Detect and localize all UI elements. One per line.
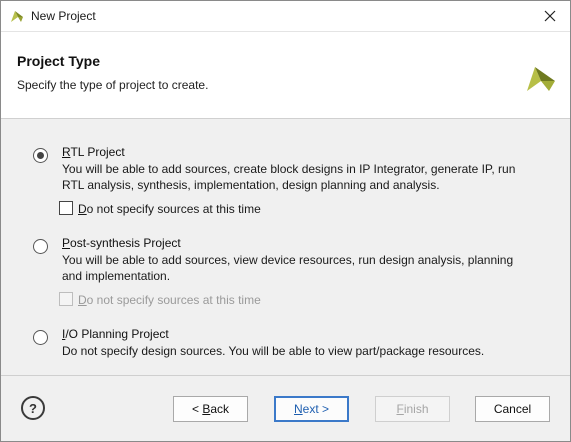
help-button[interactable]: ? (21, 396, 45, 420)
window-title: New Project (31, 9, 96, 23)
close-button[interactable] (530, 1, 570, 31)
post-synthesis-project-label[interactable]: Post-synthesis Project (62, 236, 181, 250)
post-synthesis-project-radio[interactable] (33, 239, 48, 254)
post-synthesis-no-sources-checkbox (59, 292, 73, 306)
wizard-header: Project Type Specify the type of project… (1, 31, 570, 119)
rtl-project-desc-line-1: You will be able to add sources, create … (62, 162, 516, 176)
next-button[interactable]: Next > (274, 396, 349, 422)
post-synthesis-desc-line-1: You will be able to add sources, view de… (62, 253, 514, 267)
post-synthesis-no-sources-label: Do not specify sources at this time (78, 293, 261, 307)
vivado-logo-icon (11, 11, 23, 22)
footer-divider (1, 375, 570, 376)
rtl-project-label[interactable]: RTL Project (62, 145, 125, 159)
rtl-no-sources-checkbox[interactable] (59, 201, 73, 215)
page-title: Project Type (17, 53, 100, 69)
rtl-no-sources-label[interactable]: Do not specify sources at this time (78, 202, 261, 216)
page-subtitle: Specify the type of project to create. (17, 78, 209, 92)
vivado-logo-icon (527, 67, 555, 91)
title-bar: New Project (1, 1, 570, 31)
close-icon (544, 10, 556, 22)
finish-button: Finish (375, 396, 450, 422)
back-button[interactable]: < Back (173, 396, 248, 422)
cancel-button[interactable]: Cancel (475, 396, 550, 422)
rtl-project-desc-line-2: RTL analysis, synthesis, implementation,… (62, 178, 440, 192)
help-icon: ? (29, 400, 37, 416)
io-planning-project-radio[interactable] (33, 330, 48, 345)
io-planning-project-label[interactable]: I/O Planning Project (62, 327, 169, 341)
rtl-project-radio[interactable] (33, 148, 48, 163)
io-planning-desc: Do not specify design sources. You will … (62, 344, 485, 358)
new-project-dialog: New Project Project Type Specify the typ… (0, 0, 571, 442)
post-synthesis-desc-line-2: and implementation. (62, 269, 171, 283)
